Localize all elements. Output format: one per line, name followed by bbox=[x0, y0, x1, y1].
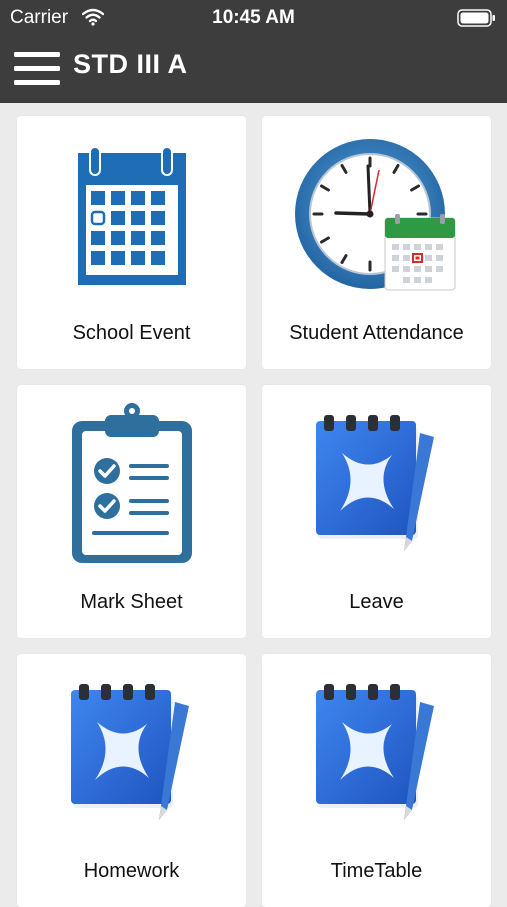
notebook-pen-icon bbox=[17, 654, 246, 854]
timetable-tile[interactable]: TimeTable bbox=[262, 654, 491, 907]
clipboard-checklist-icon bbox=[17, 385, 246, 585]
school-event-tile[interactable]: School Event bbox=[17, 116, 246, 369]
timetable-label: TimeTable bbox=[330, 860, 423, 882]
homework-label: Homework bbox=[83, 860, 180, 882]
clock-time: 10:45 AM bbox=[212, 7, 295, 28]
clock-calendar-icon bbox=[262, 116, 491, 316]
mark-sheet-label: Mark Sheet bbox=[80, 591, 183, 613]
nav-bar: STD III A bbox=[0, 37, 507, 103]
menu-grid: School Event Student Attendance Mark She… bbox=[0, 103, 507, 907]
notebook-pen-icon bbox=[262, 654, 491, 854]
school-event-label: School Event bbox=[72, 322, 191, 344]
leave-label: Leave bbox=[349, 591, 404, 613]
leave-tile[interactable]: Leave bbox=[262, 385, 491, 638]
hamburger-menu-icon[interactable] bbox=[14, 50, 60, 88]
student-attendance-label: Student Attendance bbox=[289, 322, 464, 344]
homework-tile[interactable]: Homework bbox=[17, 654, 246, 907]
calendar-icon bbox=[17, 116, 246, 316]
page-title: STD III A bbox=[73, 49, 188, 79]
status-bar: Carrier 10:45 AM bbox=[0, 0, 507, 37]
student-attendance-tile[interactable]: Student Attendance bbox=[262, 116, 491, 369]
notebook-pen-icon bbox=[262, 385, 491, 585]
battery-icon bbox=[457, 9, 497, 33]
mark-sheet-tile[interactable]: Mark Sheet bbox=[17, 385, 246, 638]
